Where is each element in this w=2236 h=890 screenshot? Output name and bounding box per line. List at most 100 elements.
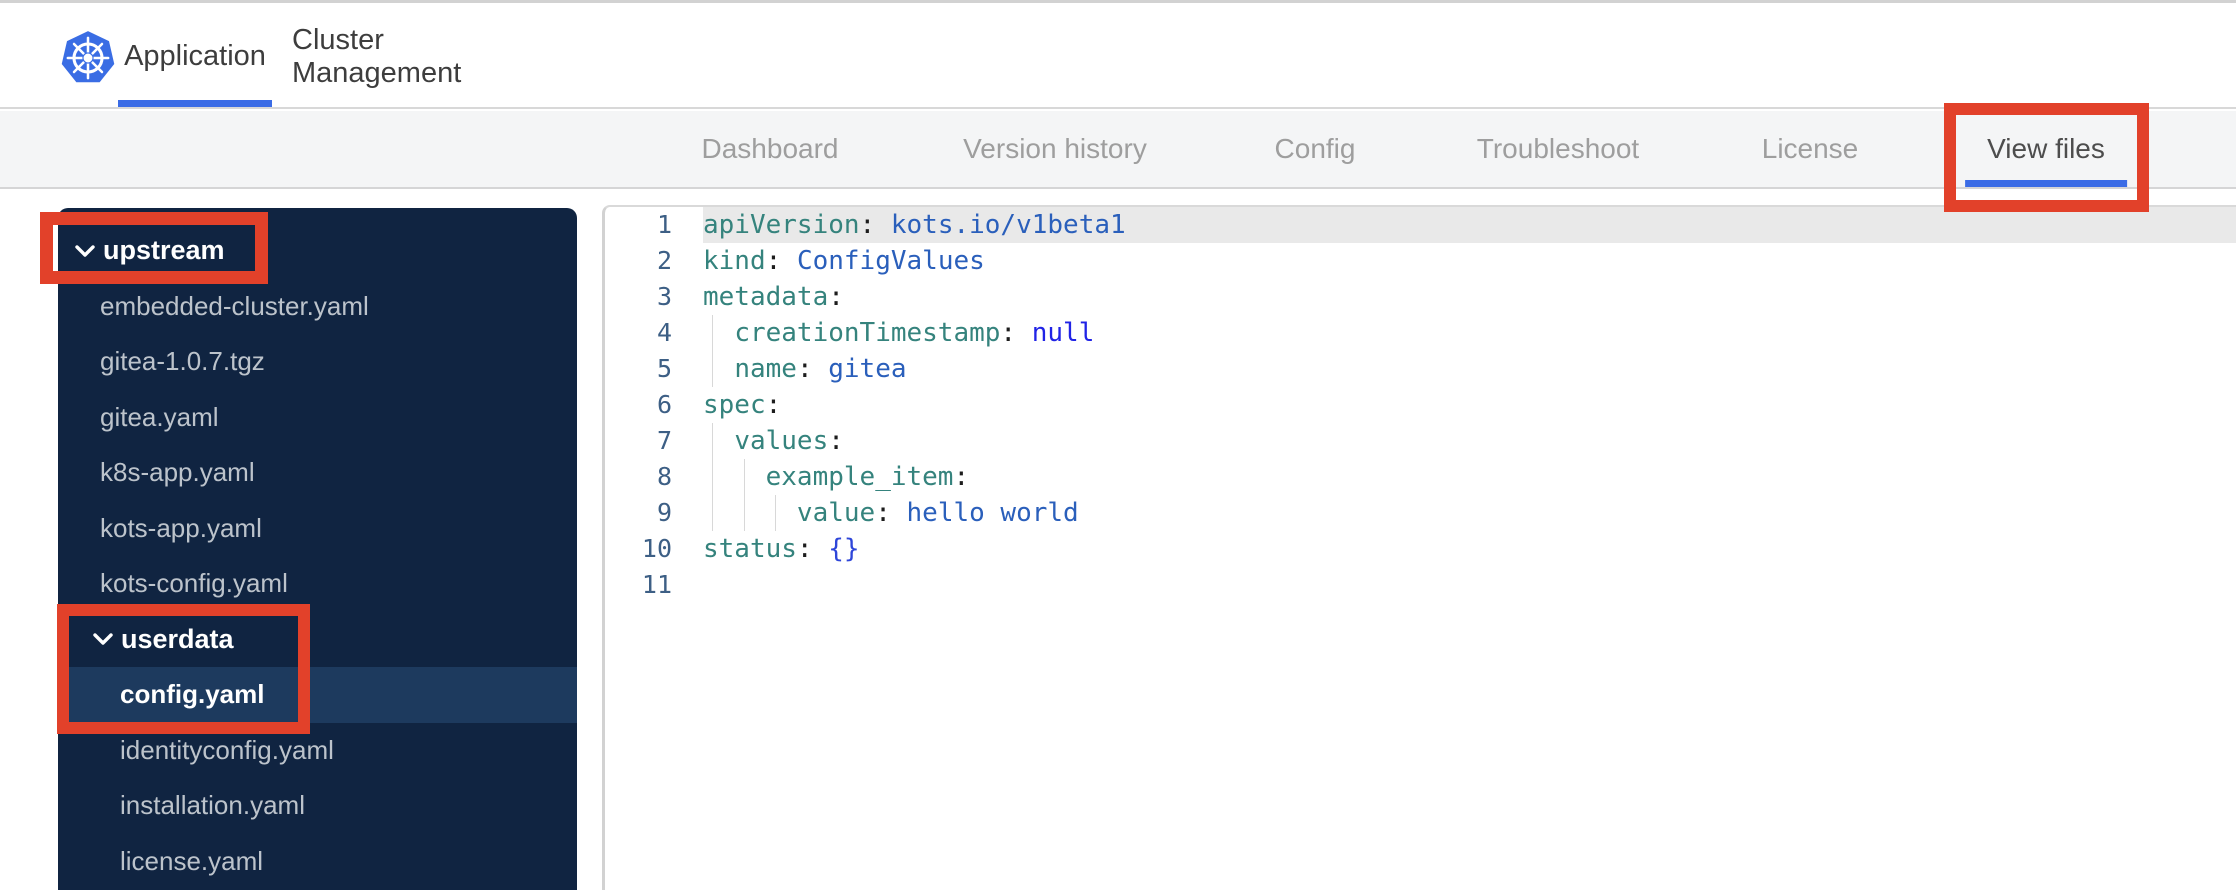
line-number: 2 bbox=[656, 246, 672, 275]
code-line: 1 apiVersion: kots.io/v1beta1 bbox=[605, 207, 2236, 243]
token-key: value bbox=[796, 498, 876, 528]
indent-guide bbox=[712, 315, 714, 351]
tree-item-label: userdata bbox=[121, 623, 234, 654]
nav-tab-view-files[interactable]: View files bbox=[1973, 111, 2119, 187]
line-number: 7 bbox=[656, 426, 672, 455]
indent-guide bbox=[774, 495, 776, 531]
token-val: ConfigValues bbox=[796, 246, 985, 276]
code-line: 11 bbox=[605, 567, 2236, 603]
tree-file-k8s-app-yaml[interactable]: k8s-app.yaml bbox=[58, 445, 577, 501]
tree-item-label: installation.yaml bbox=[120, 790, 305, 821]
line-number: 10 bbox=[641, 534, 672, 563]
code-line-content: metadata: bbox=[703, 279, 2236, 315]
tree-file-kots-app-yaml[interactable]: kots-app.yaml bbox=[58, 501, 577, 557]
nav-tab-version-history[interactable]: Version history bbox=[949, 111, 1161, 187]
kubernetes-logo-icon[interactable] bbox=[60, 30, 116, 86]
token-ws bbox=[703, 354, 734, 384]
tree-file-identityconfig-yaml[interactable]: identityconfig.yaml bbox=[58, 723, 577, 779]
tree-item-label: identityconfig.yaml bbox=[120, 734, 334, 765]
indent-guide bbox=[712, 423, 714, 459]
indent-guide bbox=[743, 459, 745, 495]
token-ws bbox=[703, 318, 734, 348]
token-punct: : bbox=[796, 354, 829, 384]
token-key: values bbox=[734, 426, 829, 456]
code-line-content: creationTimestamp: null bbox=[703, 315, 2236, 351]
line-number: 3 bbox=[656, 282, 672, 311]
token-key: name bbox=[734, 354, 797, 384]
tree-item-label: license.yaml bbox=[120, 845, 264, 876]
token-punct: : bbox=[765, 246, 797, 276]
tree-file-gitea-yaml[interactable]: gitea.yaml bbox=[58, 390, 577, 446]
tree-folder-upstream[interactable]: upstream bbox=[58, 223, 577, 279]
line-number: 8 bbox=[656, 462, 672, 491]
tree-file-config-yaml[interactable]: config.yaml bbox=[58, 667, 577, 723]
tree-file-kots-config-yaml[interactable]: kots-config.yaml bbox=[58, 556, 577, 612]
code-line-content: status: {} bbox=[703, 531, 2236, 567]
tree-file-gitea-1-0-7-tgz[interactable]: gitea-1.0.7.tgz bbox=[58, 334, 577, 390]
token-punct: : bbox=[828, 426, 844, 456]
token-atom: null bbox=[1031, 318, 1095, 348]
chevron-down-icon bbox=[75, 245, 95, 257]
line-number: 11 bbox=[641, 570, 672, 599]
code-line-content: spec: bbox=[703, 387, 2236, 423]
chevron-down-icon bbox=[93, 633, 113, 645]
line-number: 1 bbox=[656, 210, 672, 239]
code-line-content bbox=[703, 567, 2236, 603]
topbar-tab-cluster-management[interactable]: Cluster Management bbox=[292, 6, 502, 107]
tree-item-label: config.yaml bbox=[120, 679, 265, 710]
topbar-tab-application[interactable]: Application bbox=[118, 6, 272, 107]
tree-file-license-yaml[interactable]: license.yaml bbox=[58, 834, 577, 890]
token-val: gitea bbox=[828, 354, 907, 384]
code-line: 10 status: {} bbox=[605, 531, 2236, 567]
token-punct: : bbox=[796, 534, 829, 564]
code-line-content: kind: ConfigValues bbox=[703, 243, 2236, 279]
indent-guide bbox=[743, 495, 745, 531]
nav-tab-troubleshoot[interactable]: Troubleshoot bbox=[1463, 111, 1653, 187]
tree-folder-userdata[interactable]: userdata bbox=[58, 612, 577, 668]
indent-guide bbox=[712, 351, 714, 387]
tree-file-installation-yaml[interactable]: installation.yaml bbox=[58, 778, 577, 834]
line-number: 5 bbox=[656, 354, 672, 383]
line-number: 6 bbox=[656, 390, 672, 419]
code-line: 2 kind: ConfigValues bbox=[605, 243, 2236, 279]
token-punct: : bbox=[1000, 318, 1032, 348]
kots-admin-console: Application Cluster Management Dashboard V… bbox=[0, 0, 2236, 890]
indent-guide bbox=[712, 495, 714, 531]
tree-item-label: kots-config.yaml bbox=[100, 568, 288, 599]
code-line-content: example_item: bbox=[703, 459, 2236, 495]
file-tree-sidebar: upstream embedded-cluster.yaml gitea-1.0.7… bbox=[58, 208, 577, 890]
code-line: 5 name: gitea bbox=[605, 351, 2236, 387]
token-punct: : bbox=[875, 498, 907, 528]
code-line: 3 metadata: bbox=[605, 279, 2236, 315]
nav-tab-dashboard[interactable]: Dashboard bbox=[688, 111, 853, 187]
tree-item-label: upstream bbox=[103, 235, 225, 266]
line-number: 9 bbox=[656, 498, 672, 527]
code-line: 6 spec: bbox=[605, 387, 2236, 423]
yaml-file-viewer[interactable]: 1 apiVersion: kots.io/v1beta1 2 kind: Confi… bbox=[602, 205, 2236, 890]
tree-item-label: gitea.yaml bbox=[100, 401, 219, 432]
code-line-content: apiVersion: kots.io/v1beta1 bbox=[703, 207, 2236, 243]
token-val: kots.io/v1beta1 bbox=[890, 210, 1126, 240]
token-val: hello world bbox=[906, 498, 1079, 528]
token-ws bbox=[703, 498, 797, 528]
tree-item-label: kots-app.yaml bbox=[100, 512, 262, 543]
nav-tab-config[interactable]: Config bbox=[1261, 111, 1370, 187]
code-line: 7 values: bbox=[605, 423, 2236, 459]
nav-tab-license[interactable]: License bbox=[1748, 111, 1873, 187]
code-line-content: values: bbox=[703, 423, 2236, 459]
tree-item-label: embedded-cluster.yaml bbox=[100, 290, 369, 321]
code-line: 9 value: hello world bbox=[605, 495, 2236, 531]
code-line-content: value: hello world bbox=[703, 495, 2236, 531]
code-line: 8 example_item: bbox=[605, 459, 2236, 495]
token-brace: {} bbox=[828, 534, 860, 564]
indent-guide bbox=[712, 459, 714, 495]
token-key: spec bbox=[703, 390, 766, 420]
code-line-content: name: gitea bbox=[703, 351, 2236, 387]
token-key: example_item bbox=[765, 462, 954, 492]
tree-item-label: k8s-app.yaml bbox=[100, 457, 255, 488]
code-line: 4 creationTimestamp: null bbox=[605, 315, 2236, 351]
token-key: apiVersion bbox=[703, 210, 860, 240]
token-key: metadata bbox=[703, 282, 829, 312]
tree-file-embedded-cluster-yaml[interactable]: embedded-cluster.yaml bbox=[58, 279, 577, 335]
token-punct: : bbox=[859, 210, 891, 240]
